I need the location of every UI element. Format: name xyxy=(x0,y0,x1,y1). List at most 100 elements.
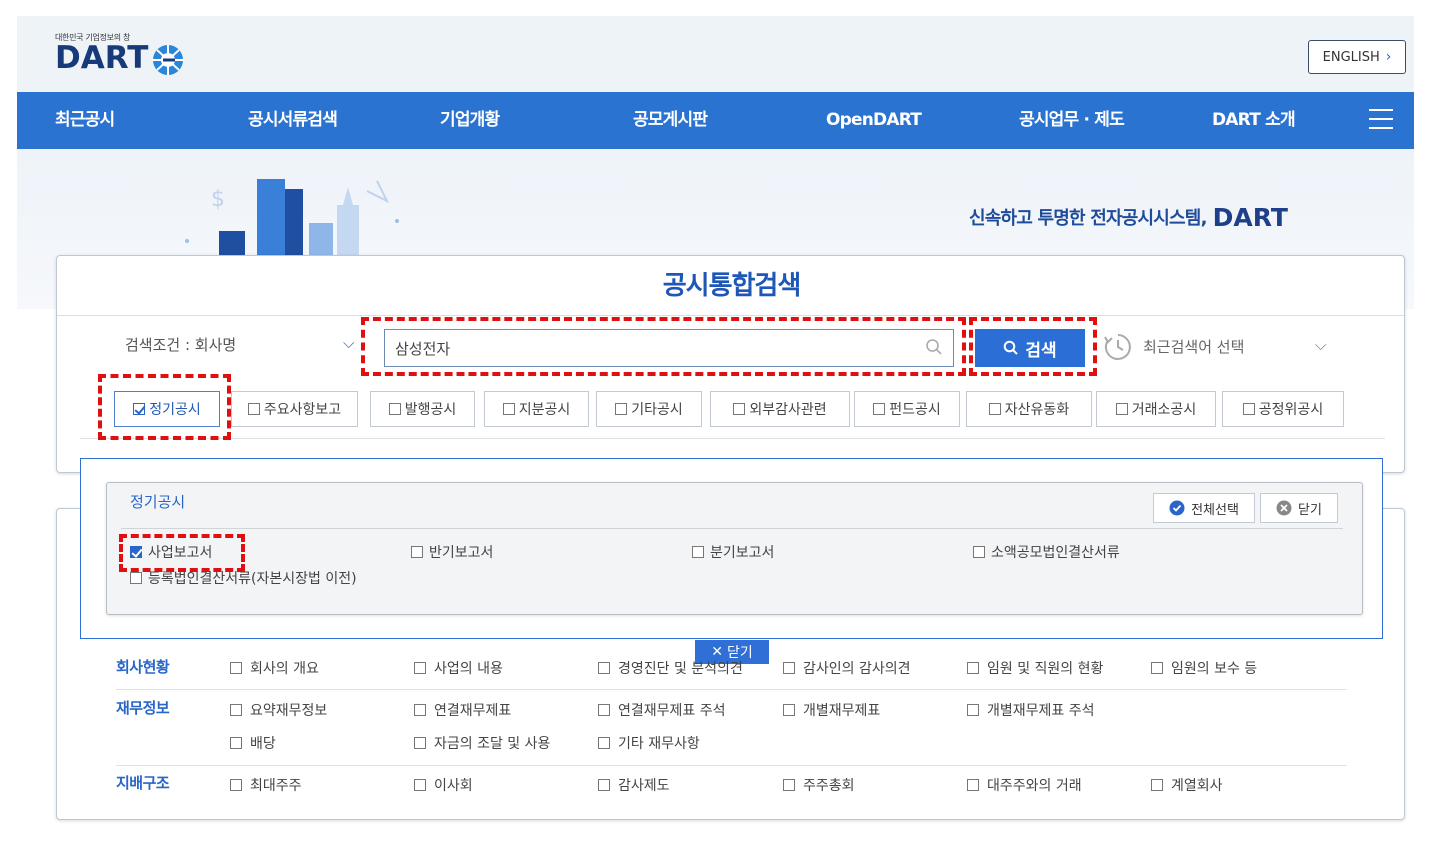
tab-ftc-disclosure[interactable]: 공정위공시 xyxy=(1222,391,1344,427)
option-label: 개별재무제표 주석 xyxy=(987,703,1095,719)
company-search-box[interactable] xyxy=(384,329,954,367)
option-label: 감사제도 xyxy=(618,778,670,794)
tab-other-disclosure[interactable]: 기타공시 xyxy=(596,391,702,427)
option-audit-system[interactable]: 감사제도 xyxy=(598,775,670,795)
option-business-contents[interactable]: 사업의 내용 xyxy=(414,658,503,678)
dart-page: 대한민국 기업정보의 창 DART ENGLISH › 최근공시 공시서류검색 … xyxy=(17,16,1414,858)
option-consolidated-statements[interactable]: 연결재무제표 xyxy=(414,700,511,720)
option-company-overview[interactable]: 회사의 개요 xyxy=(230,658,319,678)
option-label: 사업보고서 xyxy=(148,545,213,561)
tab-external-audit[interactable]: 외부감사관련 xyxy=(710,391,850,427)
check-circle-icon xyxy=(1169,500,1185,516)
search-input[interactable] xyxy=(395,330,915,366)
tab-regular-disclosure[interactable]: 정기공시 xyxy=(114,391,220,427)
banner-slogan: 신속하고 투명한 전자공시시스템, DART xyxy=(969,203,1288,232)
tab-label: 정기공시 xyxy=(149,402,201,418)
nav-document-search[interactable]: 공시서류검색 xyxy=(248,92,338,149)
layer-title: 정기공시 xyxy=(130,493,186,511)
option-executives-employees[interactable]: 임원 및 직원의 현황 xyxy=(967,658,1103,678)
checkbox-icon xyxy=(230,737,242,749)
option-auditor-opinion[interactable]: 감사인의 감사의견 xyxy=(783,658,911,678)
option-board[interactable]: 이사회 xyxy=(414,775,473,795)
option-consolidated-notes[interactable]: 연결재무제표 주석 xyxy=(598,700,726,720)
tab-label: 발행공시 xyxy=(404,402,457,418)
tab-exchange-disclosure[interactable]: 거래소공시 xyxy=(1096,391,1216,427)
tab-equity-disclosure[interactable]: 지분공시 xyxy=(484,391,589,427)
checkbox-icon xyxy=(1242,403,1255,415)
search-button[interactable]: 검색 xyxy=(975,329,1085,367)
close-circle-icon xyxy=(1276,500,1292,516)
search-condition-select[interactable]: 검색조건 : 회사명 ⌵ xyxy=(125,334,365,360)
nav-opendart[interactable]: OpenDART xyxy=(826,92,922,149)
select-all-label: 전체선택 xyxy=(1191,502,1239,518)
checkbox-icon xyxy=(414,779,426,791)
regular-disclosure-layer: 정기공시 전체선택 닫기 사업보고서 반기보고서 분기보고서 소액공모법인결산서… xyxy=(80,458,1383,639)
option-semiannual-report[interactable]: 반기보고서 xyxy=(411,542,493,562)
checkbox-icon xyxy=(133,403,146,415)
option-shareholders-meeting[interactable]: 주주총회 xyxy=(783,775,855,795)
option-label: 등록법인결산서류(자본시장법 이전) xyxy=(148,571,357,587)
option-major-shareholder-transactions[interactable]: 대주주와의 거래 xyxy=(967,775,1082,795)
close-button[interactable]: 닫기 xyxy=(1260,493,1338,523)
nav-disclosure-system[interactable]: 공시업무 · 제도 xyxy=(1019,92,1125,149)
chevron-right-icon: › xyxy=(1385,49,1392,65)
nav-company-overview[interactable]: 기업개황 xyxy=(440,92,500,149)
hamburger-menu-icon[interactable] xyxy=(1369,109,1393,131)
option-separate-notes[interactable]: 개별재무제표 주석 xyxy=(967,700,1095,720)
option-label: 주주총회 xyxy=(803,778,855,794)
option-largest-shareholder[interactable]: 최대주주 xyxy=(230,775,302,795)
checkbox-icon xyxy=(414,704,426,716)
checkbox-icon xyxy=(988,403,1001,415)
recent-search-select[interactable]: 최근검색어 선택 ⌵ xyxy=(1103,330,1343,364)
tab-fund-disclosure[interactable]: 펀드공시 xyxy=(854,391,960,427)
checkbox-icon xyxy=(1115,403,1128,415)
checkbox-icon xyxy=(598,737,610,749)
divider xyxy=(116,765,1347,766)
tab-asset-securitization[interactable]: 자산유동화 xyxy=(966,391,1092,427)
option-executive-compensation[interactable]: 임원의 보수 등 xyxy=(1151,658,1257,678)
option-registered-corp-settlement[interactable]: 등록법인결산서류(자본시장법 이전) xyxy=(130,568,357,588)
nav-public-offering[interactable]: 공모게시판 xyxy=(633,92,708,149)
tab-issuance-disclosure[interactable]: 발행공시 xyxy=(370,391,475,427)
option-label: 감사인의 감사의견 xyxy=(803,661,911,677)
option-label: 임원의 보수 등 xyxy=(1171,661,1258,677)
option-summary-financials[interactable]: 요약재무정보 xyxy=(230,700,327,720)
option-label: 연결재무제표 xyxy=(434,703,512,719)
option-label: 이사회 xyxy=(434,778,473,794)
page-title: 공시통합검색 xyxy=(57,256,1406,316)
logo-text: DART xyxy=(55,40,149,76)
dart-logo[interactable]: 대한민국 기업정보의 창 DART xyxy=(55,32,185,77)
tab-label: 주요사항보고 xyxy=(263,402,342,418)
option-management-analysis[interactable]: 경영진단 및 분석의견 xyxy=(598,658,743,678)
checkbox-icon xyxy=(783,662,795,674)
tab-major-report[interactable]: 주요사항보고 xyxy=(231,391,358,427)
divider xyxy=(116,689,1347,690)
nav-recent-disclosure[interactable]: 최근공시 xyxy=(55,92,115,149)
option-small-offering-settlement[interactable]: 소액공모법인결산서류 xyxy=(973,542,1120,562)
row-label-financial-info: 재무정보 xyxy=(116,699,170,717)
option-quarterly-report[interactable]: 분기보고서 xyxy=(692,542,774,562)
option-business-report[interactable]: 사업보고서 xyxy=(130,542,212,562)
option-funding-usage[interactable]: 자금의 조달 및 사용 xyxy=(414,733,550,753)
nav-about-dart[interactable]: DART 소개 xyxy=(1212,92,1296,149)
option-label: 계열회사 xyxy=(1171,778,1223,794)
history-clock-icon xyxy=(1104,334,1131,360)
checkbox-icon xyxy=(598,662,610,674)
search-icon[interactable] xyxy=(925,338,943,356)
tab-label: 펀드공시 xyxy=(889,402,941,418)
option-label: 자금의 조달 및 사용 xyxy=(434,736,551,752)
option-separate-statements[interactable]: 개별재무제표 xyxy=(783,700,880,720)
checkbox-icon xyxy=(692,546,704,558)
english-button[interactable]: ENGLISH › xyxy=(1308,40,1406,74)
option-affiliates[interactable]: 계열회사 xyxy=(1151,775,1223,795)
row-label-governance: 지배구조 xyxy=(116,774,170,792)
search-button-label: 검색 xyxy=(1025,340,1057,361)
checkbox-icon xyxy=(615,403,628,415)
checkbox-icon xyxy=(130,572,142,584)
checkbox-icon xyxy=(873,403,886,415)
select-all-button[interactable]: 전체선택 xyxy=(1153,493,1255,523)
option-label: 요약재무정보 xyxy=(250,703,328,719)
option-other-financials[interactable]: 기타 재무사항 xyxy=(598,733,700,753)
option-dividends[interactable]: 배당 xyxy=(230,733,276,753)
option-label: 소액공모법인결산서류 xyxy=(991,545,1120,561)
